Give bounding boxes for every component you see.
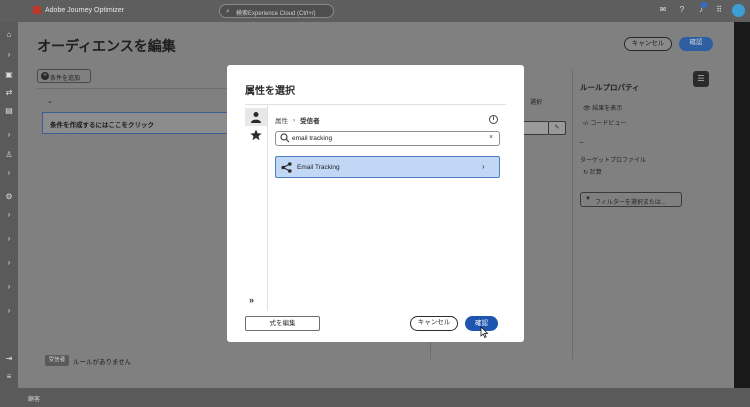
breadcrumb: 属性 › 受信者: [275, 115, 320, 126]
app-brand[interactable]: Adobe Journey Optimizer: [33, 6, 124, 14]
app-brand-label: Adobe Journey Optimizer: [45, 6, 124, 14]
divider: [37, 88, 230, 89]
breadcrumb-current: 受信者: [300, 118, 320, 125]
global-search-input[interactable]: ⌕ 検索Experience Cloud (Ctrl+/): [219, 4, 334, 18]
status-text: ルールがありません: [73, 359, 132, 366]
sign-in-icon[interactable]: ⇥: [4, 354, 14, 364]
flow-icon[interactable]: ⇄: [4, 88, 14, 98]
calculate-button[interactable]: ↻ 計算: [583, 167, 602, 176]
select-attribute-dialog: 属性を選択 » 属性 › 受信者 i email tracking × Emai…: [227, 65, 524, 342]
clear-search-icon[interactable]: ×: [489, 134, 493, 141]
refresh-icon: ↻: [583, 170, 589, 176]
chevron-right-icon[interactable]: ›: [4, 130, 14, 140]
edit-expression-button[interactable]: 式を編集: [245, 316, 320, 331]
panel-toggle-icon[interactable]: ☰: [693, 71, 709, 87]
status-badge: 受信者: [45, 355, 69, 366]
show-results-label: 結果を表示: [592, 106, 623, 112]
chevron-down-icon[interactable]: ⌄: [47, 97, 53, 105]
attribute-search-input[interactable]: email tracking: [275, 131, 500, 146]
funnel-icon: ▼: [585, 196, 591, 202]
dialog-sidebar: [245, 105, 268, 311]
content-icon[interactable]: ▤: [4, 106, 14, 116]
chevron-right-icon[interactable]: ›: [4, 282, 14, 292]
code-view-link[interactable]: ‹/› コードビュー: [583, 118, 626, 127]
app-grid-icon[interactable]: ⠿: [714, 5, 724, 15]
expand-sidebar-icon[interactable]: »: [249, 295, 254, 305]
calculate-label: 計算: [589, 170, 602, 176]
page-cancel-button[interactable]: キャンセル: [624, 37, 672, 51]
divider: [245, 104, 506, 105]
person-icon[interactable]: ♙: [4, 150, 14, 160]
search-icon: ⌕: [226, 8, 230, 15]
sidebar-item-attributes[interactable]: [245, 108, 267, 126]
select-hint: 選択: [530, 100, 543, 106]
divider: [572, 69, 573, 359]
layers-icon[interactable]: ≡: [4, 372, 14, 382]
chevron-right-icon[interactable]: ›: [4, 210, 14, 220]
notification-badge: [701, 2, 707, 8]
star-icon[interactable]: [250, 129, 262, 141]
chevron-right-icon[interactable]: ›: [4, 50, 14, 60]
share-icon: [281, 162, 292, 173]
plus-icon: +: [41, 72, 49, 80]
rule-drop-zone[interactable]: 条件を作成するにはここをクリック: [42, 112, 232, 134]
chevron-right-icon: ›: [293, 116, 296, 124]
dialog-title: 属性を選択: [245, 86, 295, 97]
chevron-right-icon[interactable]: ›: [4, 234, 14, 244]
chevron-right-icon[interactable]: ›: [4, 258, 14, 268]
filter-select[interactable]: ▼ フィルターを選択または...: [580, 192, 682, 207]
global-search-placeholder: 検索Experience Cloud (Ctrl+/): [236, 11, 316, 17]
search-icon: [280, 133, 290, 143]
attribute-search-value: email tracking: [292, 135, 333, 142]
breadcrumb-root[interactable]: 属性: [275, 115, 288, 125]
adobe-logo-icon: [33, 6, 41, 14]
target-profiles-label: ターゲットプロファイル: [580, 158, 647, 164]
add-condition-label: 条件を追加: [50, 76, 81, 82]
help-icon[interactable]: ?: [677, 5, 687, 15]
add-condition-button[interactable]: + 条件を追加: [37, 69, 91, 83]
list-item-label: Email Tracking: [297, 164, 340, 171]
journey-icon[interactable]: ▣: [4, 70, 14, 80]
eye-icon: 👁: [583, 106, 591, 112]
info-icon[interactable]: i: [489, 115, 498, 124]
user-icon: [251, 112, 261, 123]
chat-icon[interactable]: ✉: [658, 5, 668, 15]
chevron-right-icon: ›: [482, 162, 485, 171]
footer-bar: [18, 388, 750, 407]
data-icon[interactable]: ⚙: [4, 192, 14, 202]
page-title: オーディエンスを編集: [37, 38, 176, 54]
cancel-button[interactable]: キャンセル: [410, 316, 458, 331]
footer-label: 顧客: [28, 397, 41, 403]
list-item[interactable]: Email Tracking ›: [275, 156, 500, 178]
filter-placeholder: フィルターを選択または...: [595, 200, 666, 206]
rule-properties-title: ルールプロパティ: [580, 83, 640, 92]
value-field[interactable]: [520, 121, 548, 135]
show-results-link[interactable]: 👁 結果を表示: [583, 103, 622, 112]
home-icon[interactable]: ⌂: [4, 30, 14, 40]
code-icon: ‹/›: [583, 121, 589, 127]
edit-icon[interactable]: ✎: [548, 121, 566, 135]
avatar[interactable]: [732, 4, 745, 17]
rule-placeholder: 条件を作成するにはここをクリック: [50, 122, 154, 129]
chevron-right-icon[interactable]: ›: [4, 168, 14, 178]
mouse-cursor-icon: [480, 326, 489, 338]
code-view-label: コードビュー: [590, 121, 627, 127]
profile-count: –: [580, 140, 584, 146]
chevron-right-icon[interactable]: ›: [4, 306, 14, 316]
page-confirm-button[interactable]: 確認: [679, 37, 713, 51]
